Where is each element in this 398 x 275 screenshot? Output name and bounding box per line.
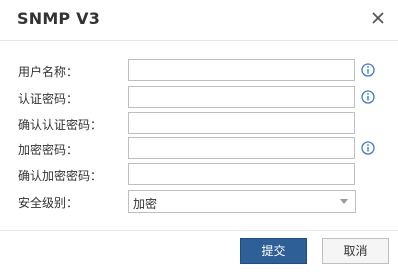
info-icon[interactable] [361,90,375,104]
form-row-encrypt-password: 加密密码： [0,137,398,161]
encrypt-password-label: 加密密码： [18,143,79,157]
form-row-confirm-encrypt-password: 确认加密密码： [0,163,398,187]
security-level-select[interactable]: 加密 [128,190,356,213]
auth-password-label: 认证密码： [18,92,79,106]
cancel-button[interactable]: 取消 [322,238,389,264]
security-level-value: 加密 [133,197,158,211]
encrypt-password-input[interactable] [128,137,355,159]
close-icon[interactable] [366,6,390,30]
submit-button[interactable]: 提交 [240,238,307,264]
snmp-v3-dialog: SNMP V3 用户名称： 认证密码： 确认认证密码： 加密密码： 确认加密密码… [0,0,398,275]
security-level-label: 安全级别： [18,196,79,210]
form-row-security-level: 安全级别： 加密 [0,190,398,214]
auth-password-input[interactable] [128,86,355,108]
chevron-down-icon [340,199,348,204]
username-input[interactable] [128,59,355,81]
form-row-auth-password: 认证密码： [0,86,398,110]
form-row-username: 用户名称： [0,59,398,83]
confirm-encrypt-password-label: 确认加密密码： [18,169,103,183]
confirm-auth-password-input[interactable] [128,112,355,134]
header-divider [0,40,398,41]
username-label: 用户名称： [18,65,79,79]
confirm-encrypt-password-input[interactable] [128,163,355,185]
confirm-auth-password-label: 确认认证密码： [18,118,103,132]
info-icon[interactable] [361,63,375,77]
form-row-confirm-auth-password: 确认认证密码： [0,112,398,136]
info-icon[interactable] [361,141,375,155]
footer-divider [0,230,398,231]
dialog-title: SNMP V3 [17,9,101,28]
